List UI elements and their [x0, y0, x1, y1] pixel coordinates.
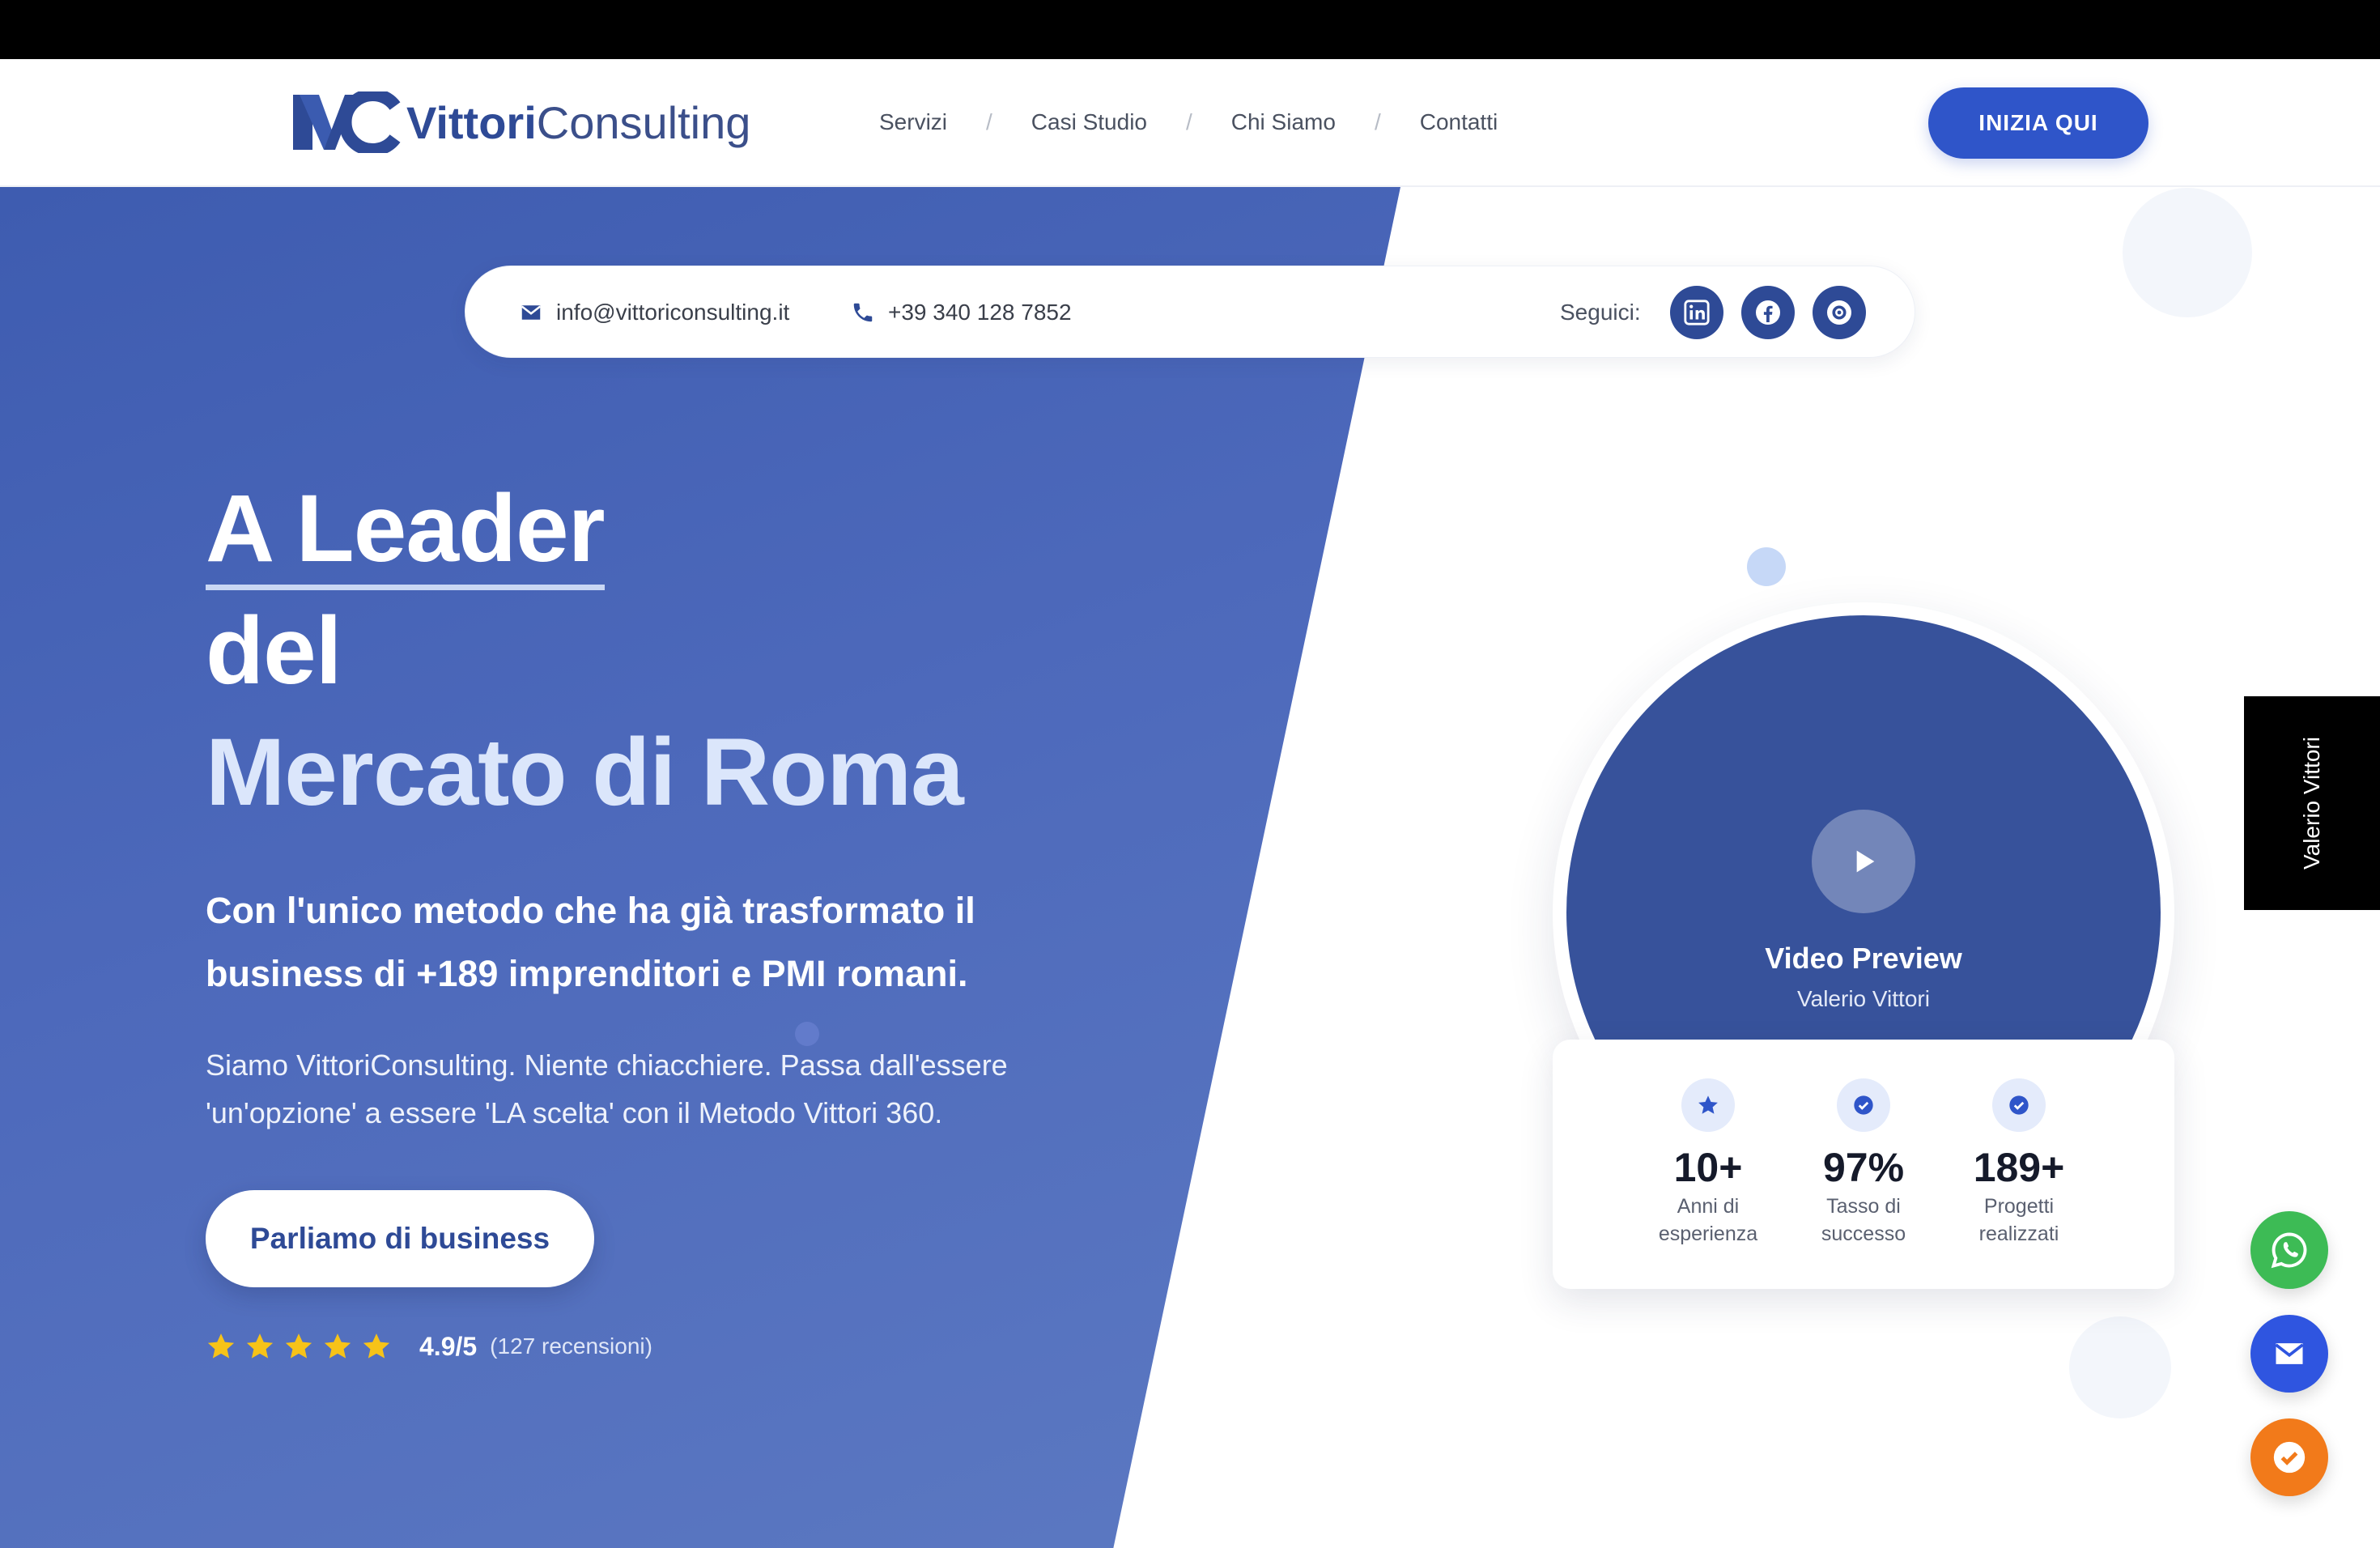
star-icon	[207, 1333, 235, 1359]
nav-item-chi-siamo[interactable]: Chi Siamo	[1231, 109, 1336, 135]
stat-label-line-1: Progetti	[1983, 1195, 2055, 1218]
rating: 4.9/5 (127 recensioni)	[206, 1328, 652, 1365]
email-button[interactable]	[2250, 1315, 2328, 1393]
facebook-button[interactable]	[1741, 286, 1795, 339]
other-social-icon	[1827, 300, 1851, 325]
hero-description: Siamo VittoriConsulting. Niente chiacchi…	[206, 1048, 1008, 1129]
stat-label-line-2: successo	[1821, 1223, 1906, 1245]
stat-value: 10+	[1673, 1145, 1743, 1190]
stat-label-line-1: Anni di	[1677, 1195, 1740, 1218]
email-contact[interactable]: info@vittoriconsulting.it	[519, 266, 789, 359]
check-circle-icon	[1992, 1078, 2046, 1132]
phone-text: +39 340 128 7852	[888, 300, 1072, 325]
mail-icon	[2275, 1343, 2304, 1364]
vc-logo-mark	[293, 91, 401, 153]
brand-name: VittoriConsulting	[406, 96, 751, 148]
stat-projects: 189+ Progetti realizzati	[1930, 1040, 2108, 1247]
decor-circle	[2069, 1316, 2171, 1418]
star-icon	[246, 1333, 274, 1359]
linkedin-button[interactable]	[1670, 286, 1723, 339]
stat-success-rate: 97% Tasso di successo	[1774, 1040, 1953, 1247]
stat-value: 97%	[1822, 1145, 1905, 1190]
hero-title-line-1: A Leader	[206, 476, 606, 590]
facebook-icon	[1756, 300, 1780, 325]
play-icon	[1856, 850, 1875, 873]
phone-contact[interactable]: +39 340 128 7852	[851, 266, 1072, 359]
stats-card: 10+ Anni di esperienza 97% Tasso di succ…	[1553, 1040, 2174, 1289]
hero-title: A Leader del Mercato di Roma	[206, 468, 964, 833]
decor-circle	[2123, 188, 2252, 317]
rating-value: 4.9/5	[419, 1331, 478, 1361]
side-tab-label: Valerio Vittori	[2299, 737, 2324, 870]
email-text: info@vittoriconsulting.it	[556, 300, 790, 325]
other-social-button[interactable]	[1813, 286, 1866, 339]
top-black-bar	[0, 0, 2380, 59]
follow-label: Seguici:	[1560, 300, 1641, 325]
nav-item-servizi[interactable]: Servizi	[879, 109, 947, 135]
nav-separator: /	[1185, 109, 1192, 134]
contact-bar: info@vittoriconsulting.it +39 340 128 78…	[465, 266, 1915, 358]
main-nav: Servizi / Casi Studio / Chi Siamo / Cont…	[879, 106, 1498, 138]
video-title: Video Preview	[1765, 942, 1962, 975]
stat-value: 189+	[1973, 1145, 2065, 1190]
stat-experience: 10+ Anni di esperienza	[1619, 1040, 1797, 1247]
star-icon	[363, 1333, 390, 1359]
stat-label-line-1: Tasso di	[1826, 1195, 1901, 1218]
star-icon	[1681, 1078, 1735, 1132]
check-action-button[interactable]	[2250, 1418, 2328, 1496]
side-tab[interactable]: Valerio Vittori	[2244, 696, 2380, 910]
logo[interactable]: VittoriConsulting	[291, 90, 750, 155]
hero-title-line-2: del	[206, 598, 342, 704]
star-icon	[324, 1333, 351, 1359]
play-button[interactable]	[1812, 810, 1915, 913]
stat-label-line-2: esperienza	[1658, 1223, 1758, 1245]
linkedin-icon	[1684, 300, 1710, 325]
nav-item-contatti[interactable]: Contatti	[1420, 109, 1498, 135]
whatsapp-button[interactable]	[2250, 1211, 2328, 1289]
nav-item-casi-studio[interactable]: Casi Studio	[1031, 109, 1147, 135]
hero-subtitle: Con l'unico metodo che ha già trasformat…	[206, 890, 975, 994]
stat-label-line-2: realizzati	[1978, 1223, 2059, 1245]
star-icon	[285, 1333, 312, 1359]
check-circle-icon	[1837, 1078, 1890, 1132]
rating-count: (127 recensioni)	[490, 1333, 652, 1359]
decor-dot	[1747, 547, 1786, 586]
video-subtitle: Valerio Vittori	[1797, 986, 1930, 1011]
nav-separator: /	[1374, 109, 1381, 134]
star-rating	[206, 1331, 400, 1362]
navbar: VittoriConsulting Servizi / Casi Studio …	[0, 59, 2380, 187]
phone-icon	[853, 303, 873, 322]
parliamo-di-business-button[interactable]: Parliamo di business	[206, 1190, 594, 1287]
mail-icon	[521, 305, 542, 320]
whatsapp-icon	[2271, 1232, 2307, 1269]
check-circle-icon	[2273, 1441, 2306, 1474]
inizia-qui-button[interactable]: INIZIA QUI	[1928, 87, 2148, 159]
hero-title-line-3: Mercato di Roma	[206, 719, 964, 826]
nav-separator: /	[986, 109, 992, 134]
